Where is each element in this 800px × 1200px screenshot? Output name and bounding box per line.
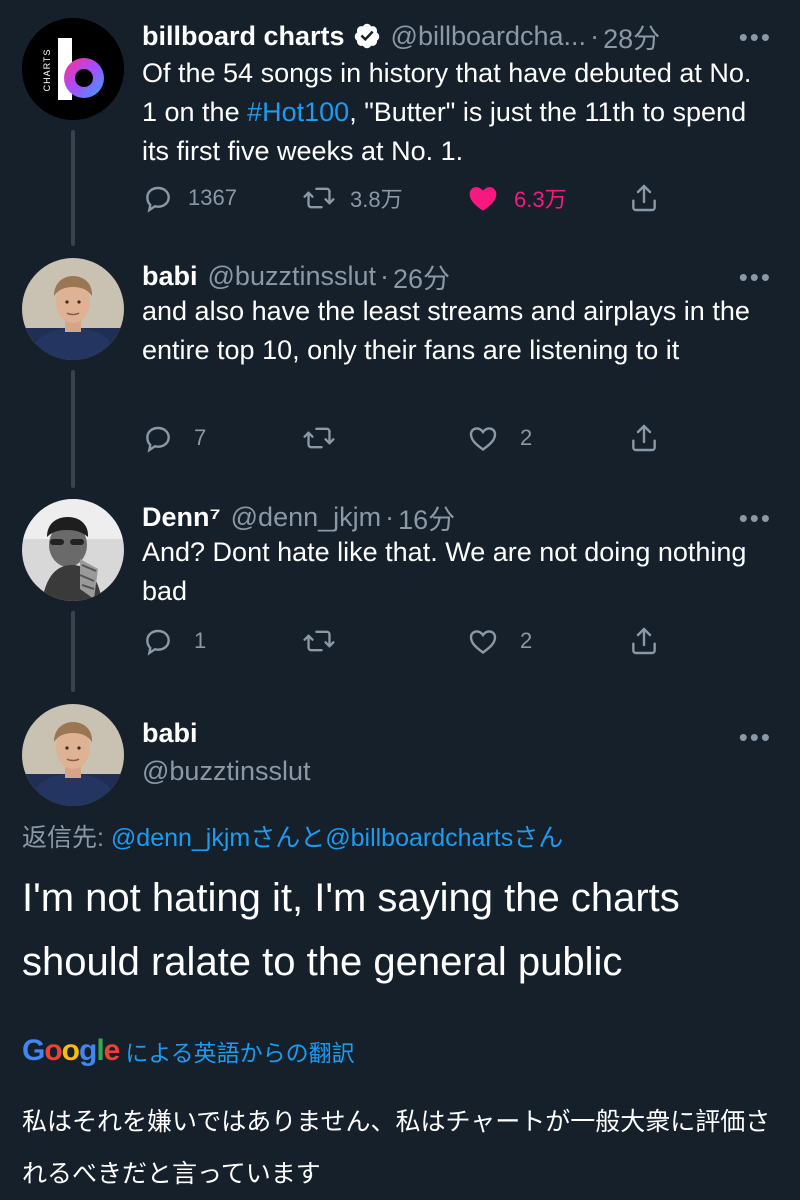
- reply-button[interactable]: 1: [142, 621, 206, 661]
- verified-icon: [353, 22, 381, 50]
- denn-avatar[interactable]: [22, 499, 124, 601]
- reply-count: 1367: [188, 185, 237, 210]
- reply-button[interactable]: 7: [142, 418, 206, 458]
- share-icon: [632, 184, 656, 212]
- like-icon: [469, 427, 497, 451]
- reply-icon: [146, 426, 170, 453]
- retweet-icon: [303, 630, 335, 652]
- reply-icon: [146, 186, 170, 213]
- like-button[interactable]: 2: [466, 418, 532, 458]
- share-icon: [632, 424, 656, 452]
- translation-label[interactable]: による英語からの翻訳: [125, 1034, 354, 1068]
- reply-count: 7: [194, 425, 207, 450]
- share-button[interactable]: [628, 621, 660, 661]
- replying-to: 返信先: @denn_jkjmさんと@billboardchartsさん: [22, 818, 563, 854]
- tweet-actions: 7 2: [142, 418, 702, 458]
- babi-avatar[interactable]: [22, 258, 124, 360]
- user-handle[interactable]: @denn_jkjm: [231, 502, 381, 533]
- retweet-button[interactable]: [302, 621, 336, 661]
- translated-text: 私はそれを嫌いではありません、私はチャートが一般大衆に評価されるべきだと言ってい…: [22, 1108, 771, 1188]
- more-icon[interactable]: •••: [739, 262, 772, 293]
- like-count: 6.3万: [514, 187, 567, 212]
- more-icon[interactable]: •••: [739, 22, 772, 53]
- reply-count: 1: [194, 628, 207, 653]
- user-handle[interactable]: @billboardcha...: [391, 21, 587, 52]
- display-name[interactable]: Denn⁷: [142, 502, 221, 533]
- tweet-time[interactable]: 26分: [393, 257, 450, 296]
- tweet-actions: 1367 3.8万 6.3万: [142, 178, 702, 218]
- like-icon: [469, 187, 497, 211]
- display-name[interactable]: billboard charts: [142, 21, 345, 52]
- billboard-logo: CHARTS: [22, 18, 124, 120]
- separator-dot: ·: [380, 260, 389, 291]
- tweet-billboard[interactable]: CHARTS billboard charts @billboardcha...…: [0, 16, 800, 246]
- tweet-text: And? Dont hate like that. We are not doi…: [142, 537, 747, 606]
- user-handle[interactable]: @buzztinsslut: [142, 756, 310, 787]
- more-icon[interactable]: •••: [739, 503, 772, 534]
- tweet-header: babi @buzztinsslut · 26分: [142, 256, 450, 296]
- like-count: 2: [520, 425, 533, 450]
- display-name[interactable]: babi: [142, 718, 198, 749]
- tweet-babi-reply[interactable]: babi @buzztinsslut · 26分 ••• and also ha…: [0, 256, 800, 488]
- reply-icon: [146, 629, 170, 656]
- retweet-count: 3.8万: [350, 187, 403, 212]
- more-icon[interactable]: •••: [739, 722, 772, 753]
- reply-to-users[interactable]: @denn_jkjmさんと@billboardchartsさん: [111, 824, 563, 852]
- like-icon: [469, 630, 497, 654]
- thread-line: [71, 130, 75, 246]
- retweet-icon: [303, 187, 335, 209]
- profile-photo: [22, 499, 124, 601]
- retweet-button[interactable]: 3.8万: [302, 178, 403, 218]
- share-button[interactable]: [628, 418, 660, 458]
- like-button[interactable]: 2: [466, 621, 532, 661]
- tweet-text: and also have the least streams and airp…: [142, 296, 750, 365]
- tweet-header: Denn⁷ @denn_jkjm · 16分: [142, 497, 455, 537]
- like-button[interactable]: 6.3万: [466, 178, 567, 218]
- google-logo: Google: [22, 1034, 120, 1067]
- like-count: 2: [520, 628, 533, 653]
- billboard-avatar[interactable]: CHARTS: [22, 18, 124, 120]
- focused-tweet: babi @buzztinsslut •••: [0, 702, 800, 812]
- tweet-header: billboard charts @billboardcha... · 28分: [142, 16, 660, 56]
- reply-button[interactable]: 1367: [142, 178, 237, 218]
- focused-tweet-text: I'm not hating it, I'm saying the charts…: [22, 876, 680, 984]
- translation-credit[interactable]: Google による英語からの翻訳: [22, 1034, 355, 1068]
- thread-line: [71, 370, 75, 488]
- user-handle[interactable]: @buzztinsslut: [208, 261, 376, 292]
- separator-dot: ·: [385, 501, 395, 532]
- tweet-time[interactable]: 16分: [398, 498, 455, 537]
- hashtag-link[interactable]: #Hot100: [247, 97, 349, 127]
- display-name[interactable]: babi: [142, 261, 198, 292]
- svg-text:CHARTS: CHARTS: [42, 49, 52, 92]
- separator-dot: ·: [590, 20, 600, 51]
- tweet-denn-reply[interactable]: Denn⁷ @denn_jkjm · 16分 ••• And? Dont hat…: [0, 497, 800, 692]
- profile-photo: [22, 258, 124, 360]
- thread-line: [71, 611, 75, 692]
- tweet-time[interactable]: 28分: [603, 17, 660, 56]
- share-icon: [632, 627, 656, 655]
- share-button[interactable]: [628, 178, 660, 218]
- babi-avatar[interactable]: [22, 704, 124, 806]
- retweet-icon: [303, 427, 335, 449]
- reply-to-label: 返信先:: [22, 824, 111, 852]
- tweet-text: Of the 54 songs in history that have deb…: [142, 54, 772, 171]
- profile-photo: [22, 704, 124, 806]
- tweet-actions: 1 2: [142, 621, 702, 661]
- retweet-button[interactable]: [302, 418, 336, 458]
